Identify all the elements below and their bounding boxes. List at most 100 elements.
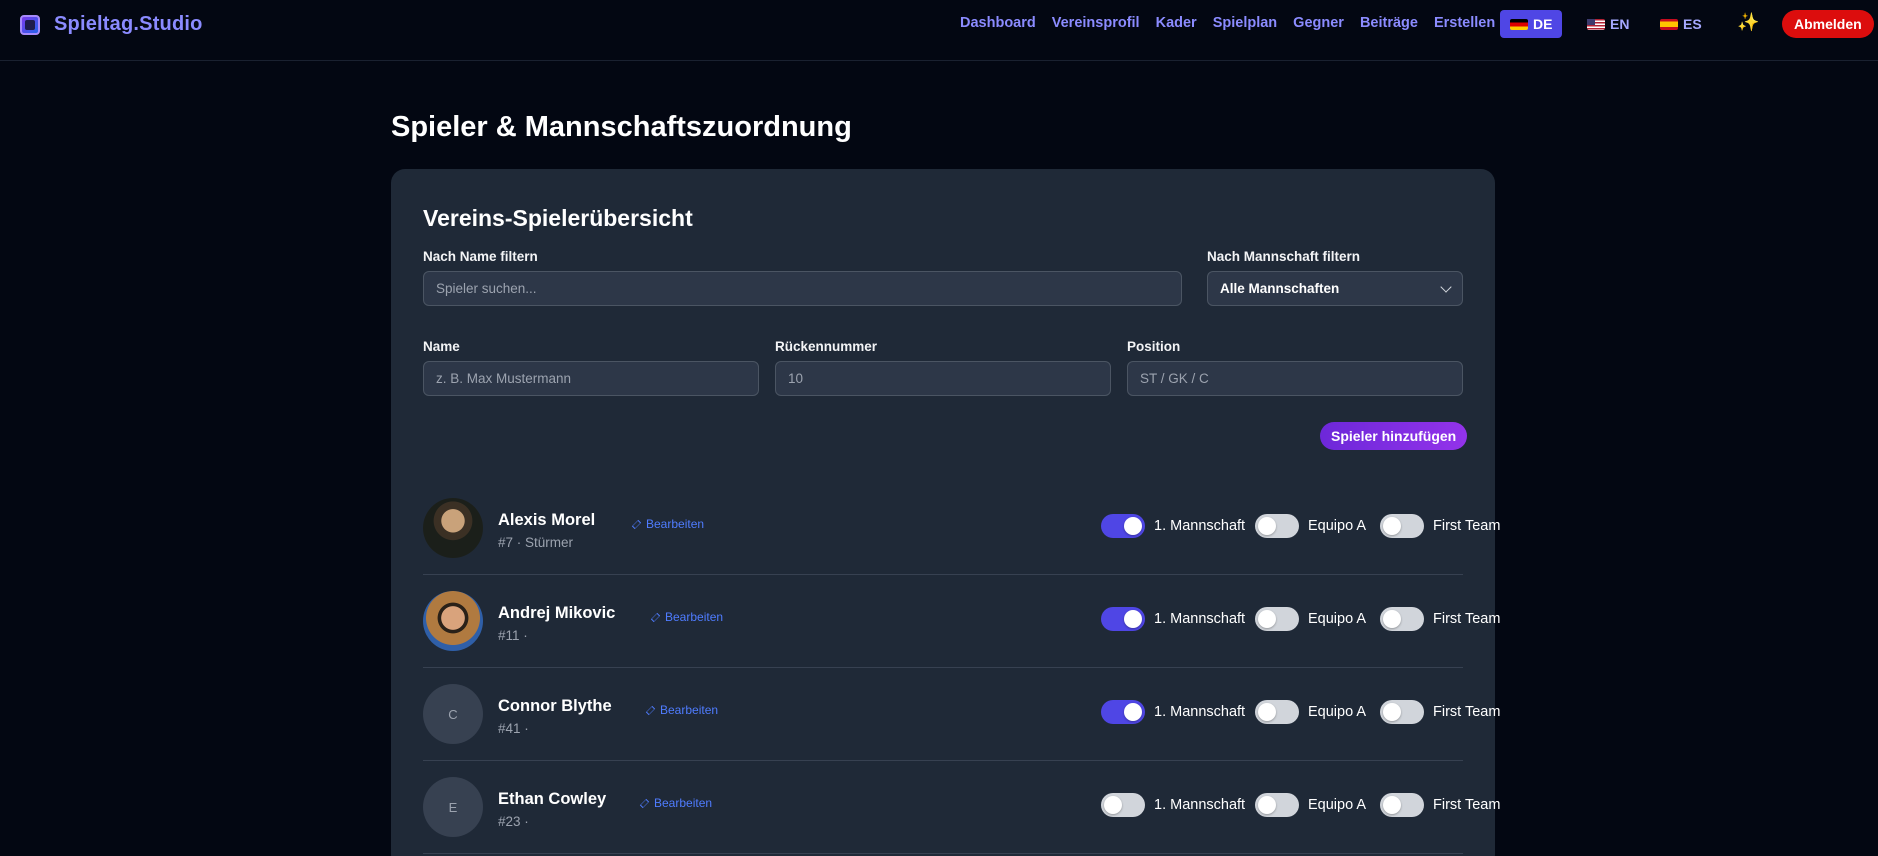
flag-es-icon bbox=[1660, 18, 1678, 30]
team-toggle-first-team[interactable]: First Team bbox=[1380, 793, 1500, 817]
edit-label: Bearbeiten bbox=[646, 517, 705, 531]
toggle-label: Equipo A bbox=[1308, 704, 1367, 720]
add-player-button[interactable]: Spieler hinzufügen bbox=[1320, 422, 1468, 450]
nav-beitraege[interactable]: Beiträge bbox=[1360, 15, 1418, 31]
edit-label: Bearbeiten bbox=[660, 703, 719, 717]
toggle-switch[interactable] bbox=[1101, 793, 1145, 817]
team-toggle-first-team[interactable]: First Team bbox=[1380, 700, 1500, 724]
avatar bbox=[423, 591, 483, 651]
player-meta: #7 · Stürmer bbox=[498, 535, 574, 550]
player-name: Ethan Cowley bbox=[498, 790, 607, 808]
team-toggle-1-mannschaft[interactable]: 1. Mannschaft bbox=[1101, 700, 1245, 724]
toggle-switch[interactable] bbox=[1255, 514, 1299, 538]
avatar: E bbox=[423, 777, 483, 837]
player-meta: #41 · bbox=[498, 721, 529, 736]
toggle-label: First Team bbox=[1433, 797, 1501, 813]
player-row: C Connor Blythe #41 · Bearbeiten 1. Mann… bbox=[423, 668, 1500, 761]
toggle-label: Equipo A bbox=[1308, 518, 1367, 534]
filter-team-select[interactable]: Alle Mannschaften bbox=[1207, 271, 1463, 306]
team-toggle-first-team[interactable]: First Team bbox=[1380, 607, 1500, 631]
toggle-switch[interactable] bbox=[1380, 514, 1424, 538]
number-input[interactable] bbox=[775, 361, 1111, 396]
toggle-switch[interactable] bbox=[1101, 607, 1145, 631]
lang-es-label: ES bbox=[1683, 16, 1702, 32]
brand-name: Spieltag.Studio bbox=[54, 13, 203, 35]
toggle-label: 1. Mannschaft bbox=[1154, 518, 1246, 534]
toggle-switch[interactable] bbox=[1255, 700, 1299, 724]
player-row: E Ethan Cowley #23 · Bearbeiten 1. Manns… bbox=[423, 761, 1500, 854]
pencil-icon bbox=[645, 705, 656, 715]
player-meta: #23 · bbox=[498, 814, 529, 829]
chevron-down-icon bbox=[1440, 280, 1452, 293]
nav-erstellen-dropdown[interactable]: Erstellen bbox=[1434, 15, 1510, 31]
filter-team-value: Alle Mannschaften bbox=[1220, 281, 1340, 296]
team-toggle-equipo-a[interactable]: Equipo A bbox=[1255, 700, 1366, 724]
card-title: Vereins-Spielerübersicht bbox=[423, 205, 693, 231]
logo-icon bbox=[20, 14, 40, 35]
team-toggle-equipo-a[interactable]: Equipo A bbox=[1255, 607, 1366, 631]
team-toggle-equipo-a[interactable]: Equipo A bbox=[1255, 793, 1366, 817]
main-nav: Dashboard Vereinsprofil Kader Spielplan … bbox=[960, 15, 1526, 31]
toggle-switch[interactable] bbox=[1255, 793, 1299, 817]
toggle-switch[interactable] bbox=[1380, 700, 1424, 724]
lang-de-label: DE bbox=[1533, 16, 1553, 32]
flag-us-icon bbox=[1587, 18, 1605, 30]
filter-name-input[interactable] bbox=[423, 271, 1182, 306]
filter-team-label: Nach Mannschaft filtern bbox=[1207, 249, 1361, 264]
pencil-icon bbox=[650, 612, 661, 622]
position-input[interactable] bbox=[1127, 361, 1463, 396]
logout-button[interactable]: Abmelden bbox=[1782, 10, 1874, 38]
sparkle-icon[interactable]: ✨ bbox=[1737, 12, 1759, 33]
toggle-switch[interactable] bbox=[1380, 607, 1424, 631]
player-name: Andrej Mikovic bbox=[498, 604, 616, 622]
toggle-label: Equipo A bbox=[1308, 611, 1367, 627]
team-toggle-1-mannschaft[interactable]: 1. Mannschaft bbox=[1101, 514, 1245, 538]
player-name: Alexis Morel bbox=[498, 511, 596, 529]
nav-spielplan[interactable]: Spielplan bbox=[1213, 15, 1277, 31]
brand[interactable]: Spieltag.Studio bbox=[20, 13, 203, 36]
edit-link[interactable]: Bearbeiten bbox=[639, 796, 713, 810]
top-navbar: Spieltag.Studio Dashboard Vereinsprofil … bbox=[0, 0, 1878, 61]
name-label: Name bbox=[423, 339, 460, 354]
team-toggle-first-team[interactable]: First Team bbox=[1380, 514, 1500, 538]
toggle-label: First Team bbox=[1433, 704, 1501, 720]
edit-link[interactable]: Bearbeiten bbox=[631, 517, 705, 531]
toggle-switch[interactable] bbox=[1101, 700, 1145, 724]
edit-link[interactable]: Bearbeiten bbox=[650, 610, 723, 624]
nav-dashboard[interactable]: Dashboard bbox=[960, 15, 1036, 31]
toggle-label: 1. Mannschaft bbox=[1154, 704, 1246, 720]
pencil-icon bbox=[631, 519, 642, 529]
nav-kader[interactable]: Kader bbox=[1156, 15, 1197, 31]
team-toggle-equipo-a[interactable]: Equipo A bbox=[1255, 514, 1366, 538]
flag-de-icon bbox=[1510, 18, 1528, 30]
team-toggle-1-mannschaft[interactable]: 1. Mannschaft bbox=[1101, 793, 1245, 817]
toggle-label: 1. Mannschaft bbox=[1154, 611, 1246, 627]
toggle-switch[interactable] bbox=[1380, 793, 1424, 817]
toggle-label: First Team bbox=[1433, 611, 1501, 627]
nav-gegner[interactable]: Gegner bbox=[1293, 15, 1344, 31]
player-row: Alexis Morel #7 · Stürmer Bearbeiten 1. … bbox=[423, 482, 1500, 575]
avatar bbox=[423, 498, 483, 558]
avatar: C bbox=[423, 684, 483, 744]
player-meta: #11 · bbox=[498, 628, 528, 643]
toggle-label: Equipo A bbox=[1308, 797, 1367, 813]
page-title: Spieler & Mannschaftszuordnung bbox=[391, 111, 852, 143]
toggle-label: First Team bbox=[1433, 518, 1501, 534]
toggle-switch[interactable] bbox=[1101, 514, 1145, 538]
lang-en-button[interactable]: EN bbox=[1577, 10, 1639, 38]
player-name: Connor Blythe bbox=[498, 697, 612, 715]
lang-en-label: EN bbox=[1610, 16, 1630, 32]
team-toggle-1-mannschaft[interactable]: 1. Mannschaft bbox=[1101, 607, 1245, 631]
edit-label: Bearbeiten bbox=[654, 796, 713, 810]
toggle-label: 1. Mannschaft bbox=[1154, 797, 1246, 813]
toggle-switch[interactable] bbox=[1255, 607, 1299, 631]
name-input[interactable] bbox=[423, 361, 759, 396]
nav-vereinsprofil[interactable]: Vereinsprofil bbox=[1052, 15, 1140, 31]
player-row: Andrej Mikovic #11 · Bearbeiten 1. Manns… bbox=[423, 575, 1500, 668]
pencil-icon bbox=[639, 798, 650, 808]
players-card: Vereins-Spielerübersicht Nach Name filte… bbox=[391, 169, 1500, 856]
lang-de-button[interactable]: DE bbox=[1500, 10, 1563, 38]
lang-es-button[interactable]: ES bbox=[1650, 10, 1712, 38]
edit-link[interactable]: Bearbeiten bbox=[645, 703, 719, 717]
number-label: Rückennummer bbox=[775, 339, 878, 354]
